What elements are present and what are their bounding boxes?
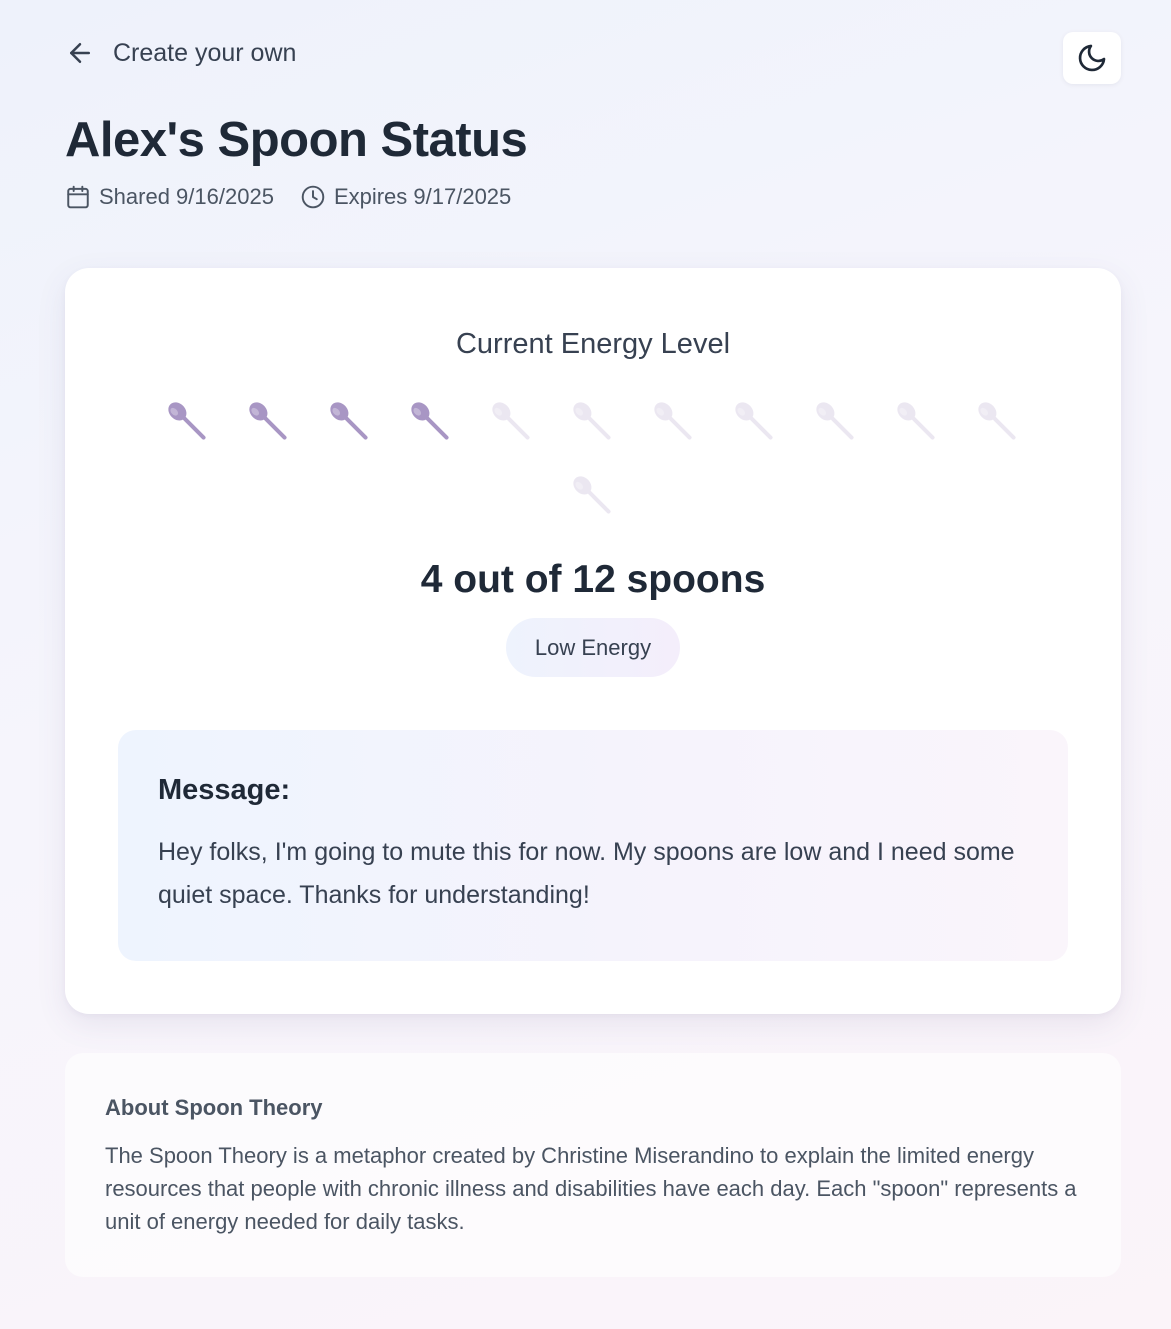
message-box: Message: Hey folks, I'm going to mute th… [118,730,1068,961]
clock-icon [301,185,325,209]
about-section: About Spoon Theory The Spoon Theory is a… [65,1053,1121,1277]
shared-date: Shared 9/16/2025 [65,184,274,210]
energy-card: Current Energy Level 4 out of 12 spoons … [65,268,1121,1014]
spoon-grid [157,396,1029,522]
energy-status-badge: Low Energy [506,618,680,677]
spoon-icon [487,396,537,448]
moon-icon [1078,44,1106,72]
spoon-icon [325,396,375,448]
page-title: Alex's Spoon Status [65,113,528,167]
expires-date: Expires 9/17/2025 [300,184,511,210]
back-link-label: Create your own [113,38,297,67]
spoon-icon [568,396,618,448]
spoon-icon [730,396,780,448]
spoon-icon [406,396,456,448]
about-title: About Spoon Theory [105,1095,323,1120]
shared-date-text: Shared 9/16/2025 [99,184,274,209]
spoon-icon [568,470,618,522]
spoon-icon [244,396,294,448]
top-bar: Create your own [65,32,1121,84]
calendar-icon [67,185,89,209]
arrow-left-icon [70,43,90,63]
energy-heading: Current Energy Level [455,328,731,360]
spoon-icon [892,396,942,448]
about-text: The Spoon Theory is a metaphor created b… [105,1143,1077,1234]
spoon-count: 4 out of 12 spoons [420,558,766,601]
dark-mode-toggle-button[interactable] [1063,32,1121,84]
spoon-icon [163,396,213,448]
spoon-icon [649,396,699,448]
spoon-icon [973,396,1023,448]
expires-date-text: Expires 9/17/2025 [333,184,512,209]
create-your-own-link[interactable]: Create your own [65,38,296,68]
message-text: Hey folks, I'm going to mute this for no… [158,838,1015,909]
status-meta: Shared 9/16/2025 Expires 9/17/2025 [65,184,511,210]
message-label: Message: [158,774,291,806]
spoon-icon [811,396,861,448]
